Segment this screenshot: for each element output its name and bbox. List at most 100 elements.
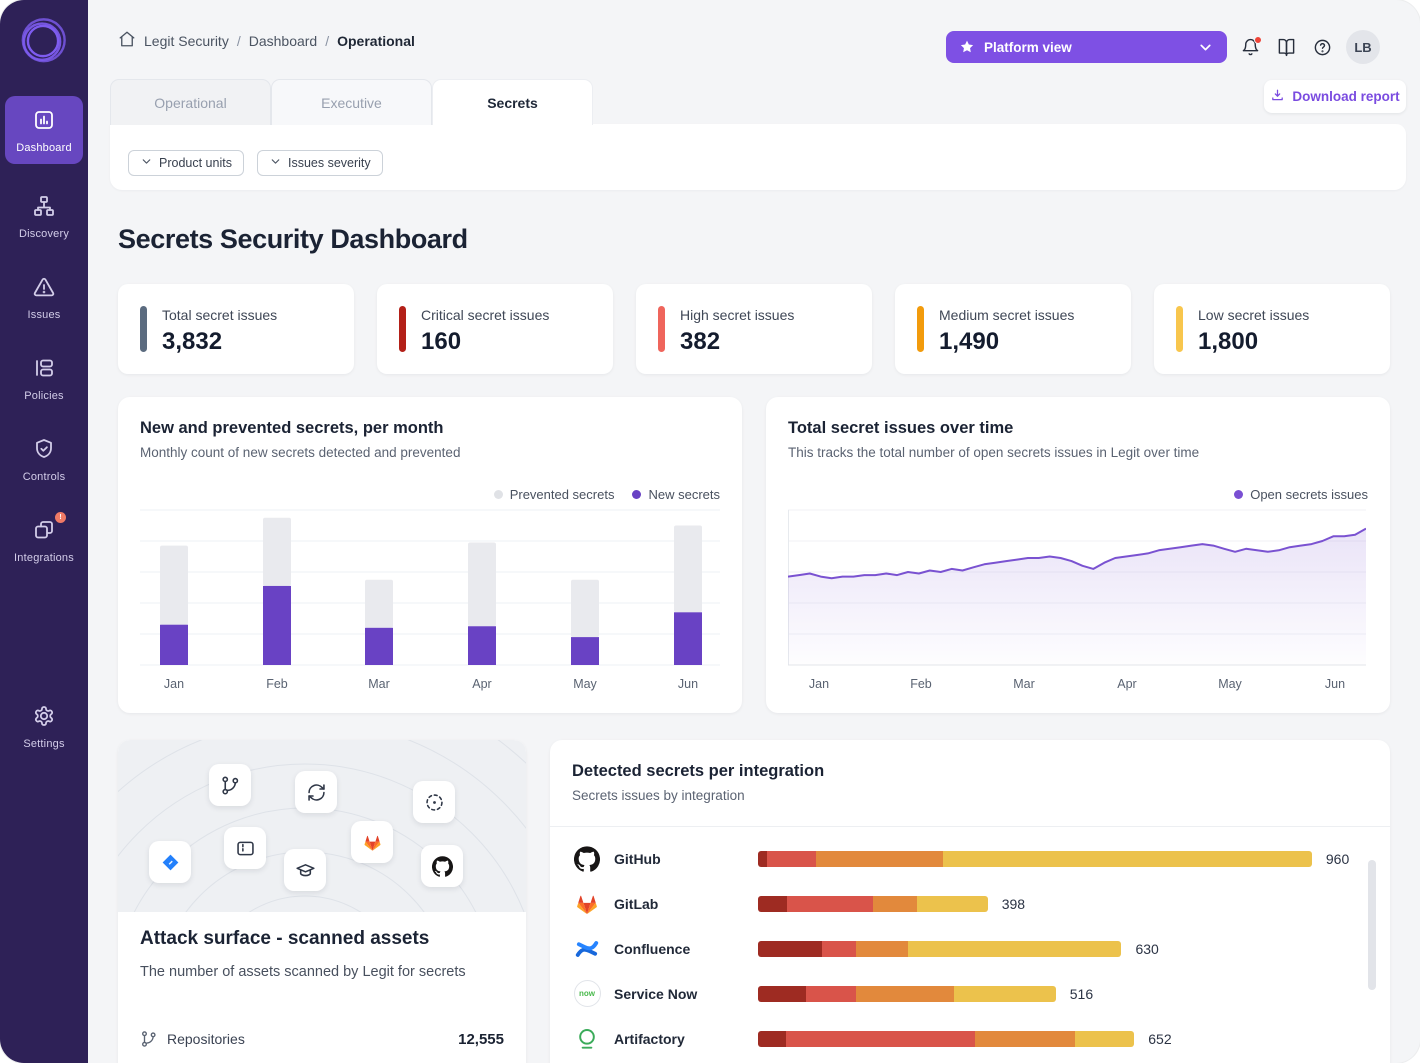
bar-segment-high [822, 941, 857, 957]
docs-book-icon[interactable] [1277, 38, 1296, 57]
integration-row: GitLab 398 [572, 881, 1368, 926]
integration-value: 398 [1002, 896, 1025, 912]
bar-segment-low [954, 986, 1056, 1002]
bar-segment-critical [758, 986, 806, 1002]
stacked-bar [758, 896, 988, 912]
bar-segment-high [767, 851, 816, 867]
integration-label: Artifactory [614, 1031, 758, 1047]
recycle-tile [295, 771, 337, 813]
integrations-subtitle: Secrets issues by integration [572, 788, 745, 803]
github-icon [432, 856, 453, 877]
line-chart-subtitle: This tracks the total number of open sec… [788, 445, 1199, 460]
scrollbar-thumb[interactable] [1368, 860, 1376, 990]
integration-label: GitLab [614, 896, 758, 912]
download-report-label: Download report [1292, 89, 1399, 104]
sidebar-item-issues[interactable]: Issues [5, 263, 83, 331]
help-icon[interactable] [1313, 38, 1332, 57]
bar-segment-low [917, 896, 988, 912]
bar-segment-medium [873, 896, 917, 912]
tab-secrets[interactable]: Secrets [432, 79, 593, 125]
line-chart-title: Total secret issues over time [788, 419, 1013, 438]
breadcrumb-item[interactable]: Dashboard [249, 33, 318, 49]
sidebar-item-label: Issues [28, 309, 61, 321]
integration-row: Artifactory 652 [572, 1016, 1368, 1061]
sidebar-item-settings[interactable]: Settings [5, 692, 83, 760]
sidebar-item-integrations[interactable]: Integrations! [5, 506, 83, 574]
stat-value: 1,490 [939, 328, 999, 356]
stat-card: Low secret issues1,800 [1154, 284, 1390, 374]
dashboard-icon [32, 108, 56, 137]
filter-issues-severity[interactable]: Issues severity [257, 150, 383, 176]
bar-segment-medium [816, 851, 943, 867]
bar-segment-high [786, 1031, 975, 1047]
tab-executive[interactable]: Executive [271, 79, 432, 125]
gitlab-icon [362, 832, 383, 853]
attack-surface-title: Attack surface - scanned assets [140, 928, 429, 950]
filter-label: Issues severity [288, 156, 371, 170]
asset-label: Repositories [167, 1031, 245, 1047]
bar-segment-medium [856, 986, 954, 1002]
download-report-button[interactable]: Download report [1264, 80, 1406, 113]
integration-row: GitHub960 [572, 836, 1368, 881]
sidebar-item-label: Discovery [19, 228, 69, 240]
bar-segment-high [787, 896, 873, 912]
severity-color-bar [1176, 306, 1183, 352]
bar-segment-critical [758, 851, 767, 867]
integration-value: 652 [1148, 1031, 1171, 1047]
line-chart-card: Total secret issues over time This track… [766, 397, 1390, 713]
attack-surface-subtitle: The number of assets scanned by Legit fo… [140, 964, 466, 980]
severity-color-bar [140, 306, 147, 352]
app-window: Dashboard Discovery Issues Policies Controls… [0, 0, 1420, 1063]
bar-segment-low [1075, 1031, 1134, 1047]
svg-text:Jan: Jan [164, 677, 184, 691]
stacked-bar [758, 1031, 1134, 1047]
filter-label: Product units [159, 156, 232, 170]
scan-tile [413, 781, 455, 823]
header-icons [1241, 38, 1332, 57]
sidebar-item-discovery[interactable]: Discovery [5, 182, 83, 250]
sidebar-item-dashboard[interactable]: Dashboard [5, 96, 83, 164]
divider [550, 826, 1390, 827]
policies-icon [32, 356, 56, 385]
tab-operational[interactable]: Operational [110, 79, 271, 125]
notifications-bell-icon[interactable] [1241, 38, 1260, 57]
home-icon[interactable] [118, 30, 136, 51]
svg-text:Apr: Apr [472, 677, 491, 691]
attack-surface-radar [118, 740, 526, 912]
bar-segment-low [908, 941, 1122, 957]
stacked-bar [758, 941, 1121, 957]
integration-label: Confluence [614, 941, 758, 957]
stat-value: 1,800 [1198, 328, 1258, 356]
bar-segment-critical [758, 941, 822, 957]
user-avatar[interactable]: LB [1346, 30, 1380, 64]
stat-card: Total secret issues3,832 [118, 284, 354, 374]
filter-chips: Product units Issues severity [128, 150, 383, 176]
github-tile [421, 845, 463, 887]
bar-chart-title: New and prevented secrets, per month [140, 419, 444, 438]
svg-text:Mar: Mar [1013, 677, 1035, 691]
svg-text:Jun: Jun [678, 677, 698, 691]
integration-rows: GitHub960GitLab398Confluence630nowServic… [572, 836, 1368, 1061]
attack-surface-card: Attack surface - scanned assets The numb… [118, 740, 526, 1063]
page-title: Secrets Security Dashboard [118, 224, 468, 255]
download-icon [1270, 88, 1285, 106]
artifactory-icon [572, 1026, 602, 1052]
breadcrumb-item: Operational [337, 33, 415, 49]
discovery-icon [32, 194, 56, 223]
sidebar-item-label: Integrations [14, 552, 74, 564]
gitlab-tile [351, 821, 393, 863]
sidebar-item-policies[interactable]: Policies [5, 344, 83, 412]
stacked-bar [758, 986, 1056, 1002]
integration-value: 630 [1135, 941, 1158, 957]
line-chart: JanFebMarAprMayJun [788, 497, 1366, 697]
asset-row: Repositories 12,555 [140, 1030, 504, 1048]
asset-value: 12,555 [458, 1031, 504, 1048]
breadcrumb-item[interactable]: Legit Security [144, 33, 229, 49]
platform-view-button[interactable]: Platform view [946, 31, 1227, 63]
legit-logo-icon [14, 12, 72, 70]
breadcrumb: Legit Security/Dashboard/Operational [118, 30, 415, 51]
stat-cards-row: Total secret issues3,832Critical secret … [118, 284, 1390, 374]
filter-product-units[interactable]: Product units [128, 150, 244, 176]
settings-icon [32, 704, 56, 733]
sidebar-item-controls[interactable]: Controls [5, 425, 83, 493]
